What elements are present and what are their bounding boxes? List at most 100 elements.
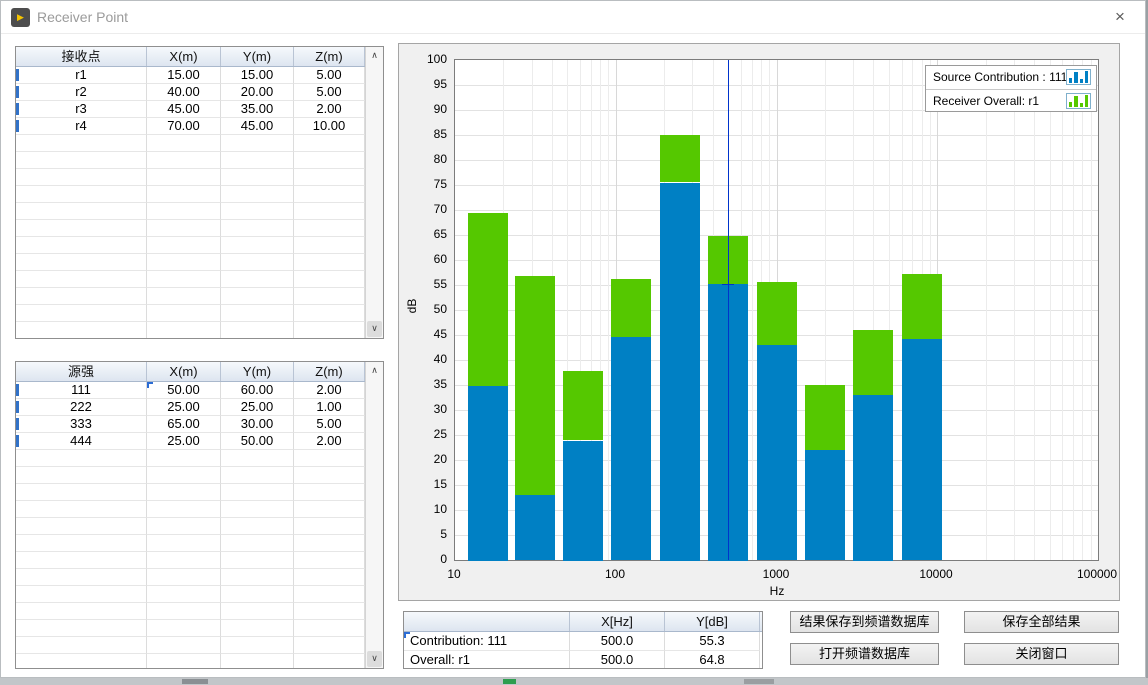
taskbar-item <box>182 679 208 684</box>
table-cell[interactable]: 1.00 <box>294 399 365 416</box>
table-cell[interactable]: 444 <box>16 433 147 450</box>
scroll-up-icon[interactable]: ∧ <box>367 48 382 64</box>
save-all-results-button[interactable]: 保存全部结果 <box>964 611 1119 633</box>
legend-mini-bar <box>1074 96 1077 107</box>
bar-contribution <box>757 345 797 560</box>
scroll-up-icon[interactable]: ∧ <box>367 363 382 379</box>
table-cell[interactable]: 5.00 <box>294 67 365 84</box>
bar-overall <box>468 213 508 386</box>
table-row <box>16 586 383 603</box>
table-cell[interactable]: 60.00 <box>221 382 294 399</box>
table-cell <box>147 169 221 186</box>
table-cell: 500.0 <box>570 632 665 651</box>
table-cell[interactable]: 2.00 <box>294 433 365 450</box>
legend-item[interactable]: Receiver Overall: r1 <box>926 89 1096 112</box>
table-cell[interactable]: 70.00 <box>147 118 221 135</box>
table-cell <box>147 271 221 288</box>
table-row <box>16 186 383 203</box>
table-cell <box>16 271 147 288</box>
table-row <box>16 169 383 186</box>
table-row: 11150.0060.002.00 <box>16 382 383 399</box>
table-cell[interactable]: r2 <box>16 84 147 101</box>
close-window-button[interactable]: 关闭窗口 <box>964 643 1119 665</box>
table-cell[interactable]: 2.00 <box>294 101 365 118</box>
table-cell <box>221 152 294 169</box>
table-cell <box>16 322 147 339</box>
vertical-scrollbar[interactable]: ∧∨ <box>365 47 383 338</box>
table-cell <box>16 254 147 271</box>
table-cell[interactable]: 30.00 <box>221 416 294 433</box>
table-cell <box>147 586 221 603</box>
bar-contribution <box>611 337 651 560</box>
table-cell[interactable]: 25.00 <box>147 433 221 450</box>
table-cell[interactable]: 25.00 <box>147 399 221 416</box>
table-cell[interactable]: 15.00 <box>147 67 221 84</box>
table-cell[interactable]: 5.00 <box>294 416 365 433</box>
table-cell[interactable]: 35.00 <box>221 101 294 118</box>
table-cell[interactable]: r4 <box>16 118 147 135</box>
table-cell[interactable]: 25.00 <box>221 399 294 416</box>
plot-area[interactable] <box>454 59 1099 561</box>
bar-contribution <box>660 183 700 561</box>
table-cell[interactable]: 333 <box>16 416 147 433</box>
table-cell <box>221 254 294 271</box>
table-cell[interactable]: 50.00 <box>221 433 294 450</box>
table-cell <box>16 450 147 467</box>
legend-mini-bar <box>1080 79 1083 83</box>
scroll-down-icon[interactable]: ∨ <box>367 651 382 667</box>
scroll-down-icon[interactable]: ∨ <box>367 321 382 337</box>
gridline-vertical-minor <box>1062 60 1063 560</box>
table-cell <box>221 186 294 203</box>
table-cell[interactable]: 2.00 <box>294 382 365 399</box>
gridline-vertical-minor <box>1082 60 1083 560</box>
table-cell[interactable]: r3 <box>16 101 147 118</box>
save-to-spectrum-db-button[interactable]: 结果保存到频谱数据库 <box>790 611 939 633</box>
x-tick-label: 10 <box>414 567 494 581</box>
open-spectrum-db-button[interactable]: 打开频谱数据库 <box>790 643 939 665</box>
table-cell[interactable]: 50.00 <box>147 382 221 399</box>
y-tick-label: 60 <box>409 252 447 266</box>
legend-mini-bar <box>1085 95 1088 107</box>
cursor-line[interactable] <box>728 60 729 560</box>
table-cell[interactable]: 111 <box>16 382 147 399</box>
table-cell <box>221 501 294 518</box>
table-cell <box>147 203 221 220</box>
table-cell <box>221 552 294 569</box>
close-icon[interactable]: × <box>1107 5 1133 29</box>
legend-item[interactable]: Source Contribution : 111 <box>926 66 1096 89</box>
table-cell[interactable]: r1 <box>16 67 147 84</box>
cursor-crosshair[interactable] <box>722 284 734 285</box>
bar-contribution <box>902 339 942 560</box>
table-cell <box>16 637 147 654</box>
table-cell[interactable]: 40.00 <box>147 84 221 101</box>
table-row <box>16 484 383 501</box>
table-cell <box>294 467 365 484</box>
labview-run-icon: ▶ <box>11 8 30 27</box>
table-cell[interactable]: 15.00 <box>221 67 294 84</box>
table-cell[interactable]: 5.00 <box>294 84 365 101</box>
bar-overall <box>902 274 942 339</box>
table-cell <box>221 305 294 322</box>
column-header: X(m) <box>147 362 221 381</box>
table-header-row: X[Hz]Y[dB] <box>404 612 762 632</box>
table-row: r345.0035.002.00 <box>16 101 383 118</box>
legend-mini-bar <box>1069 78 1072 83</box>
table-cell <box>16 620 147 637</box>
x-tick-label: 1000 <box>736 567 816 581</box>
table-cell[interactable]: 45.00 <box>147 101 221 118</box>
table-cell <box>221 484 294 501</box>
table-row: Contribution: 111500.055.3 <box>404 632 762 651</box>
table-cell[interactable]: 222 <box>16 399 147 416</box>
table-cell[interactable]: 45.00 <box>221 118 294 135</box>
table-cell[interactable]: 65.00 <box>147 416 221 433</box>
y-tick-label: 85 <box>409 127 447 141</box>
row-selection-mark <box>16 86 19 98</box>
vertical-scrollbar[interactable]: ∧∨ <box>365 362 383 668</box>
column-header: Z(m) <box>294 47 365 66</box>
y-tick-label: 40 <box>409 352 447 366</box>
table-cell[interactable]: 20.00 <box>221 84 294 101</box>
y-tick-label: 70 <box>409 202 447 216</box>
table-cell[interactable]: 10.00 <box>294 118 365 135</box>
bar-contribution <box>515 495 555 560</box>
y-tick-label: 10 <box>409 502 447 516</box>
